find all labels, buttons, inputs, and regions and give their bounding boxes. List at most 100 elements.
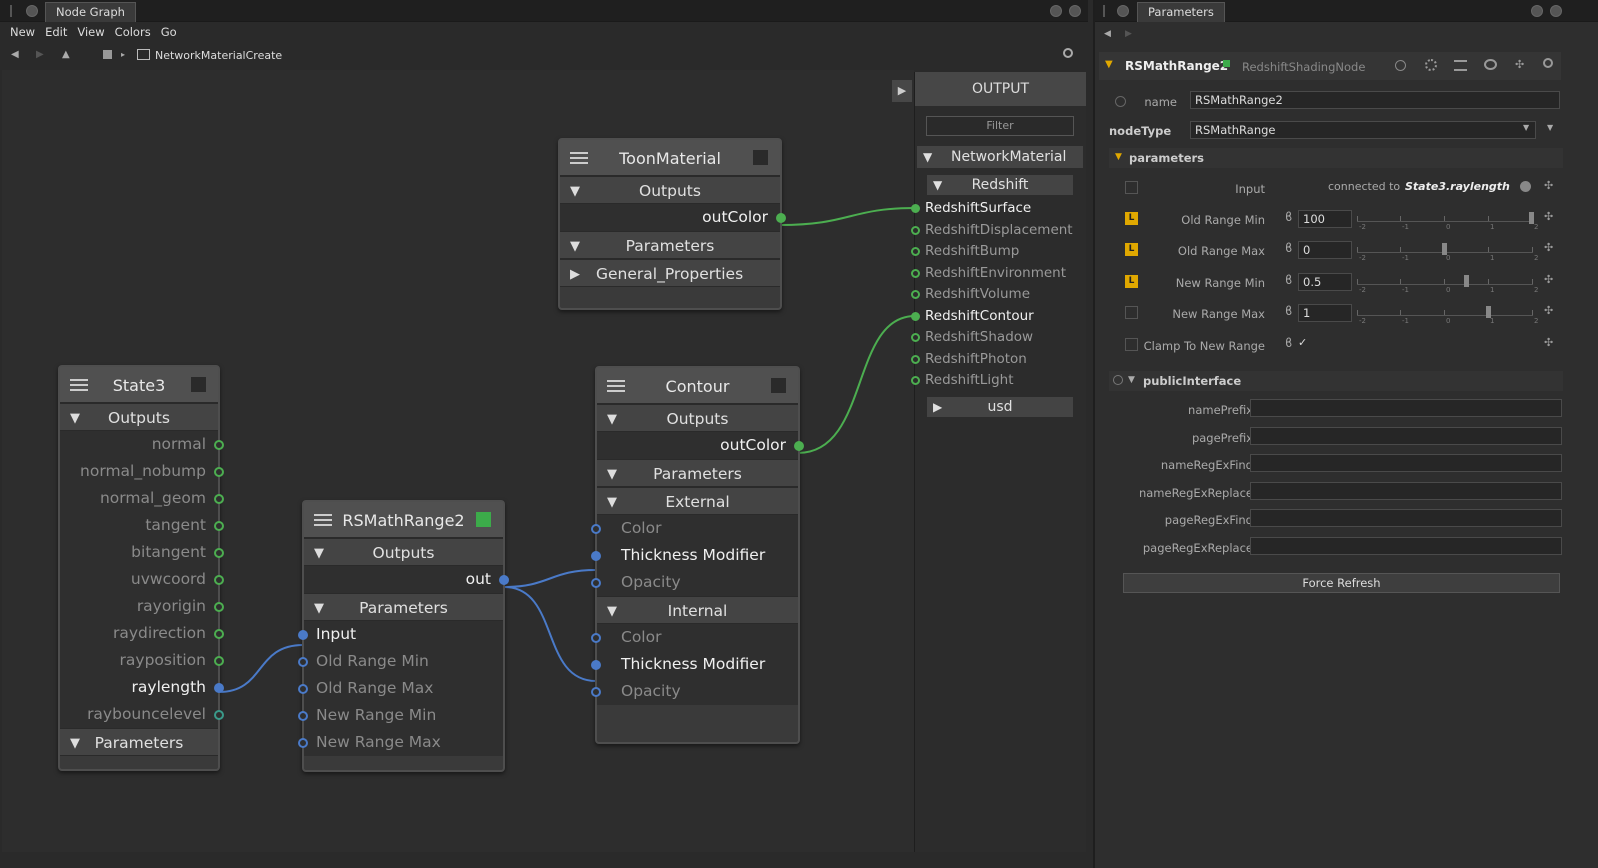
output-port-icon[interactable] bbox=[214, 710, 224, 720]
output-redshift-surface[interactable]: RedshiftSurface bbox=[911, 198, 1031, 218]
pin-icon[interactable]: ✣ bbox=[1515, 58, 1524, 71]
new-range-min-slider[interactable]: -2 -1 0 1 2 bbox=[1357, 271, 1538, 294]
port-out-color[interactable]: outColor bbox=[597, 432, 804, 459]
name-regex-replace-field[interactable] bbox=[1250, 482, 1562, 500]
gear-icon[interactable] bbox=[1425, 59, 1437, 71]
name-prefix-field[interactable] bbox=[1250, 399, 1562, 417]
expression-icon[interactable]: ϐ bbox=[1285, 273, 1292, 287]
node-color-swatch[interactable] bbox=[476, 512, 491, 527]
clamp-checkbox[interactable]: ✓ bbox=[1298, 336, 1307, 349]
section-parameters[interactable]: ▼ Parameters bbox=[560, 231, 780, 259]
input-connection[interactable]: State3.raylength bbox=[1405, 180, 1510, 193]
output-port-icon[interactable] bbox=[214, 602, 224, 612]
panel-grip[interactable] bbox=[1103, 5, 1105, 17]
page-regex-replace-field[interactable] bbox=[1250, 537, 1562, 555]
port-external-opacity[interactable]: Opacity bbox=[591, 569, 798, 596]
input-port-icon[interactable] bbox=[298, 711, 308, 721]
output-redshift-volume[interactable]: RedshiftVolume bbox=[911, 284, 1030, 304]
node-color-swatch[interactable] bbox=[771, 378, 786, 393]
port-new-range-max[interactable]: New Range Max bbox=[298, 729, 503, 756]
input-port-icon[interactable] bbox=[911, 355, 920, 364]
output-port-icon[interactable] bbox=[214, 629, 224, 639]
port-uvwcoord[interactable]: uvwcoord bbox=[60, 566, 224, 593]
pin-icon[interactable]: ✣ bbox=[1544, 179, 1553, 192]
node-toon-material[interactable]: ToonMaterial ▼ Outputs outColor ▼ Paramete… bbox=[558, 138, 786, 310]
layout-icon[interactable] bbox=[1454, 60, 1467, 71]
section-network-material[interactable]: ▼ NetworkMaterial bbox=[917, 146, 1083, 168]
output-port-icon[interactable] bbox=[214, 548, 224, 558]
section-parameters[interactable]: ▼ Parameters bbox=[304, 593, 503, 621]
node-rsmathrange2[interactable]: RSMathRange2 ▼ Outputs out ▼ Parameters In… bbox=[298, 500, 509, 772]
output-redshift-photon[interactable]: RedshiftPhoton bbox=[911, 349, 1027, 369]
section-redshift[interactable]: ▼ Redshift bbox=[927, 175, 1073, 195]
input-port-icon[interactable] bbox=[911, 312, 920, 321]
section-external[interactable]: ▼ External bbox=[597, 487, 798, 515]
port-external-thickness[interactable]: Thickness Modifier bbox=[591, 542, 798, 569]
lock-icon[interactable]: L bbox=[1125, 275, 1138, 288]
name-field[interactable]: RSMathRange2 bbox=[1190, 91, 1560, 109]
output-port-icon[interactable] bbox=[214, 440, 224, 450]
output-redshift-shadow[interactable]: RedshiftShadow bbox=[911, 327, 1033, 347]
output-redshift-light[interactable]: RedshiftLight bbox=[911, 370, 1014, 390]
port-new-range-min[interactable]: New Range Min bbox=[298, 702, 503, 729]
port-rayposition[interactable]: rayposition bbox=[60, 647, 224, 674]
lock-toggle[interactable] bbox=[1125, 306, 1138, 319]
disconnect-icon[interactable] bbox=[1520, 181, 1531, 192]
input-port-icon[interactable] bbox=[591, 660, 601, 670]
search-icon[interactable] bbox=[1543, 58, 1553, 68]
new-range-max-slider[interactable]: -2 -1 0 1 2 bbox=[1357, 302, 1538, 325]
page-prefix-field[interactable] bbox=[1250, 427, 1562, 445]
port-rayorigin[interactable]: rayorigin bbox=[60, 593, 224, 620]
section-parameters[interactable]: ▼ Parameters bbox=[597, 459, 798, 487]
port-bitangent[interactable]: bitangent bbox=[60, 539, 224, 566]
section-outputs[interactable]: ▼ Outputs bbox=[304, 538, 503, 566]
lock-icon[interactable]: L bbox=[1125, 212, 1138, 225]
section-outputs[interactable]: ▼ Outputs bbox=[597, 404, 798, 432]
output-port-icon[interactable] bbox=[499, 575, 509, 585]
port-raybouncelevel[interactable]: raybouncelevel bbox=[60, 701, 224, 728]
port-tangent[interactable]: tangent bbox=[60, 512, 224, 539]
dropdown-arrow-icon[interactable]: ▼ bbox=[1523, 123, 1529, 132]
section-outputs[interactable]: ▼ Outputs bbox=[60, 403, 218, 431]
back-icon[interactable]: ◀ bbox=[1104, 29, 1111, 39]
expression-icon[interactable]: ϐ bbox=[1285, 241, 1292, 255]
input-port-icon[interactable] bbox=[298, 630, 308, 640]
chevron-down-icon[interactable]: ▼ bbox=[1547, 123, 1553, 132]
lock-toggle[interactable] bbox=[1125, 181, 1138, 194]
input-port-icon[interactable] bbox=[911, 376, 920, 385]
pin-icon[interactable]: ✣ bbox=[1544, 273, 1553, 286]
old-range-max-field[interactable]: 0 bbox=[1298, 241, 1352, 259]
help-icon[interactable] bbox=[1395, 60, 1406, 71]
node-color-swatch[interactable] bbox=[753, 150, 768, 165]
panel-menu-icon[interactable] bbox=[1117, 5, 1129, 17]
output-redshift-environment[interactable]: RedshiftEnvironment bbox=[911, 263, 1066, 283]
page-regex-find-field[interactable] bbox=[1250, 509, 1562, 527]
section-usd[interactable]: ▶ usd bbox=[927, 397, 1073, 417]
float-panel-icon[interactable] bbox=[1531, 5, 1543, 17]
input-port-icon[interactable] bbox=[911, 269, 920, 278]
help-icon[interactable] bbox=[1115, 96, 1126, 107]
expression-icon[interactable]: ϐ bbox=[1285, 304, 1292, 318]
old-range-min-slider[interactable]: -2 -1 0 1 2 bbox=[1357, 208, 1538, 231]
port-raylength[interactable]: raylength bbox=[60, 674, 224, 701]
public-interface-header[interactable]: ▼ publicInterface bbox=[1109, 371, 1563, 391]
port-internal-thickness[interactable]: Thickness Modifier bbox=[591, 651, 798, 678]
output-port-icon[interactable] bbox=[214, 656, 224, 666]
pin-icon[interactable]: ✣ bbox=[1544, 304, 1553, 317]
input-port-icon[interactable] bbox=[911, 247, 920, 256]
tab-parameters[interactable]: Parameters bbox=[1137, 2, 1225, 22]
output-port-icon[interactable] bbox=[214, 467, 224, 477]
output-redshift-displacement[interactable]: RedshiftDisplacement bbox=[911, 220, 1073, 240]
input-port-icon[interactable] bbox=[591, 633, 601, 643]
node-color-swatch[interactable] bbox=[191, 377, 206, 392]
node-contour[interactable]: Contour ▼ Outputs outColor ▼ Parameters ▼ E… bbox=[591, 366, 804, 744]
parameters-group-header[interactable]: ▼ parameters bbox=[1109, 148, 1563, 168]
port-normal-geom[interactable]: normal_geom bbox=[60, 485, 224, 512]
node-state3[interactable]: State3 ▼ Outputs normal normal_nobump nor… bbox=[58, 365, 224, 771]
port-out[interactable]: out bbox=[304, 566, 509, 593]
slider-handle[interactable] bbox=[1464, 275, 1469, 287]
input-port-icon[interactable] bbox=[298, 738, 308, 748]
new-range-max-field[interactable]: 1 bbox=[1298, 304, 1352, 322]
input-port-icon[interactable] bbox=[591, 687, 601, 697]
input-port-icon[interactable] bbox=[911, 226, 920, 235]
